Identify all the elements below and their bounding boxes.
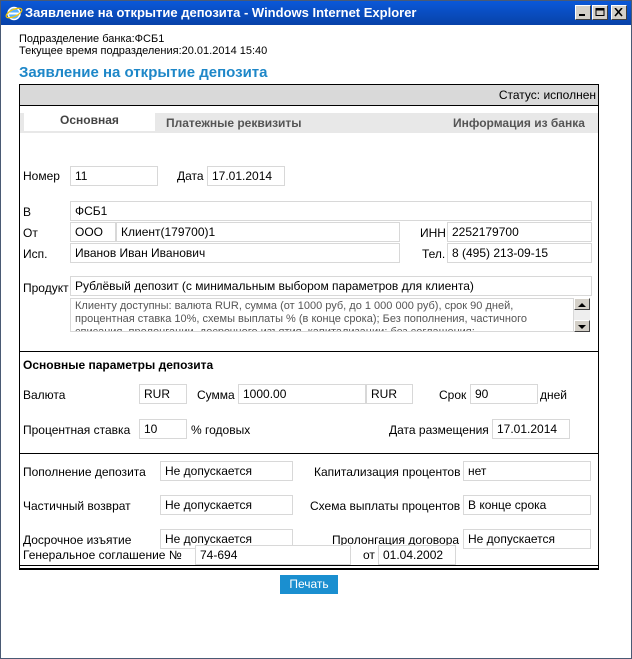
to-field[interactable]: ФСБ1 [70,201,592,221]
phone-label: Тел. [422,247,446,261]
date-field[interactable]: 17.01.2014 [207,166,285,186]
number-label: Номер [23,169,60,183]
close-icon [614,8,623,17]
amount-label: Сумма [197,388,235,402]
partial-return-label: Частичный возврат [23,499,131,513]
product-label: Продукт [23,281,69,295]
term-label: Срок [439,388,467,402]
tab-bar: Основная Платежные реквизиты Информация … [20,110,598,133]
status-value: исполнен [543,88,596,102]
term-field[interactable]: 90 [470,384,538,404]
payout-scheme-label: Схема выплаты процентов [310,499,461,513]
inn-label: ИНН [420,226,446,240]
internet-explorer-icon [5,6,23,21]
rate-unit: % годовых [191,423,251,437]
inn-field[interactable]: 2252179700 [447,222,592,242]
status-label: Статус: [498,88,541,102]
current-time: Текущее время подразделения:20.01.2014 1… [19,45,268,57]
branch-info: Подразделение банка:ФСБ1 [19,33,165,45]
agreement-panel: Генеральное соглашение № 74-694 от 01.04… [19,540,599,570]
divider [20,453,598,454]
capitalization-label: Капитализация процентов [314,465,461,479]
description-scrollbar[interactable] [574,298,590,332]
page-title: Заявление на открытие депозита [19,64,268,81]
placement-date-field[interactable]: 17.01.2014 [492,419,570,439]
currency-label: Валюта [23,388,66,402]
window-title: Заявление на открытие депозита - Windows… [25,5,417,20]
page-content: Подразделение банка:ФСБ1 Текущее время п… [1,25,631,658]
term-unit: дней [540,388,568,402]
maximize-icon [595,8,605,16]
status-bar: Статус: исполнен [20,85,598,105]
placement-date-label: Дата размещения [389,423,489,437]
scroll-up-icon [578,303,586,307]
from-label: От [23,226,38,240]
executor-label: Исп. [23,247,48,261]
params-title: Основные параметры депозита [23,358,214,372]
currency-field[interactable]: RUR [139,384,187,404]
status-badge: Статус: исполнен [499,88,596,102]
tab-bank-info[interactable]: Информация из банка [453,116,585,130]
product-field[interactable]: Рублёвый депозит (с минимальным выбором … [70,276,592,296]
from-name-field[interactable]: Клиент(179700)1 [116,222,400,242]
rate-label: Процентная ставка [23,423,131,437]
to-label: В [23,205,32,219]
date-label: Дата [177,169,204,183]
payout-scheme-field[interactable]: В конце срока [463,495,591,515]
scroll-up-button[interactable] [574,298,590,310]
tab-payment-details[interactable]: Платежные реквизиты [166,116,302,130]
scroll-down-icon [578,325,586,329]
title-bar: Заявление на открытие депозита - Windows… [1,1,631,25]
amount-currency-field[interactable]: RUR [366,384,413,404]
print-button[interactable]: Печать [280,575,338,594]
amount-field[interactable]: 1000.00 [238,384,366,404]
divider [20,105,598,106]
scroll-down-button[interactable] [574,320,590,332]
minimize-icon [579,14,585,16]
agreement-number-field[interactable]: 74-694 [195,545,351,565]
phone-field[interactable]: 8 (495) 213-09-15 [447,243,592,263]
close-button[interactable] [611,5,627,20]
capitalization-field[interactable]: нет [463,461,591,481]
agreement-date-label: от [363,548,375,562]
executor-field[interactable]: Иванов Иван Иванович [70,243,400,263]
replenish-label: Пополнение депозита [23,465,146,479]
replenish-field[interactable]: Не допускается [160,461,293,481]
agreement-date-field[interactable]: 01.04.2002 [378,545,456,565]
tab-main[interactable]: Основная [24,110,155,131]
agreement-label: Генеральное соглашение № [23,548,182,562]
minimize-button[interactable] [575,5,591,20]
rate-field[interactable]: 10 [139,419,187,439]
deposit-form-panel: Статус: исполнен Основная Платежные рекв… [19,84,599,569]
divider [20,351,598,352]
partial-return-field[interactable]: Не допускается [160,495,293,515]
product-description[interactable]: Клиенту доступны: валюта RUR, сумма (от … [70,298,574,332]
number-field[interactable]: 11 [70,166,158,186]
from-type-field[interactable]: ООО [70,222,116,242]
browser-window: Заявление на открытие депозита - Windows… [0,0,632,659]
maximize-button[interactable] [592,5,608,20]
